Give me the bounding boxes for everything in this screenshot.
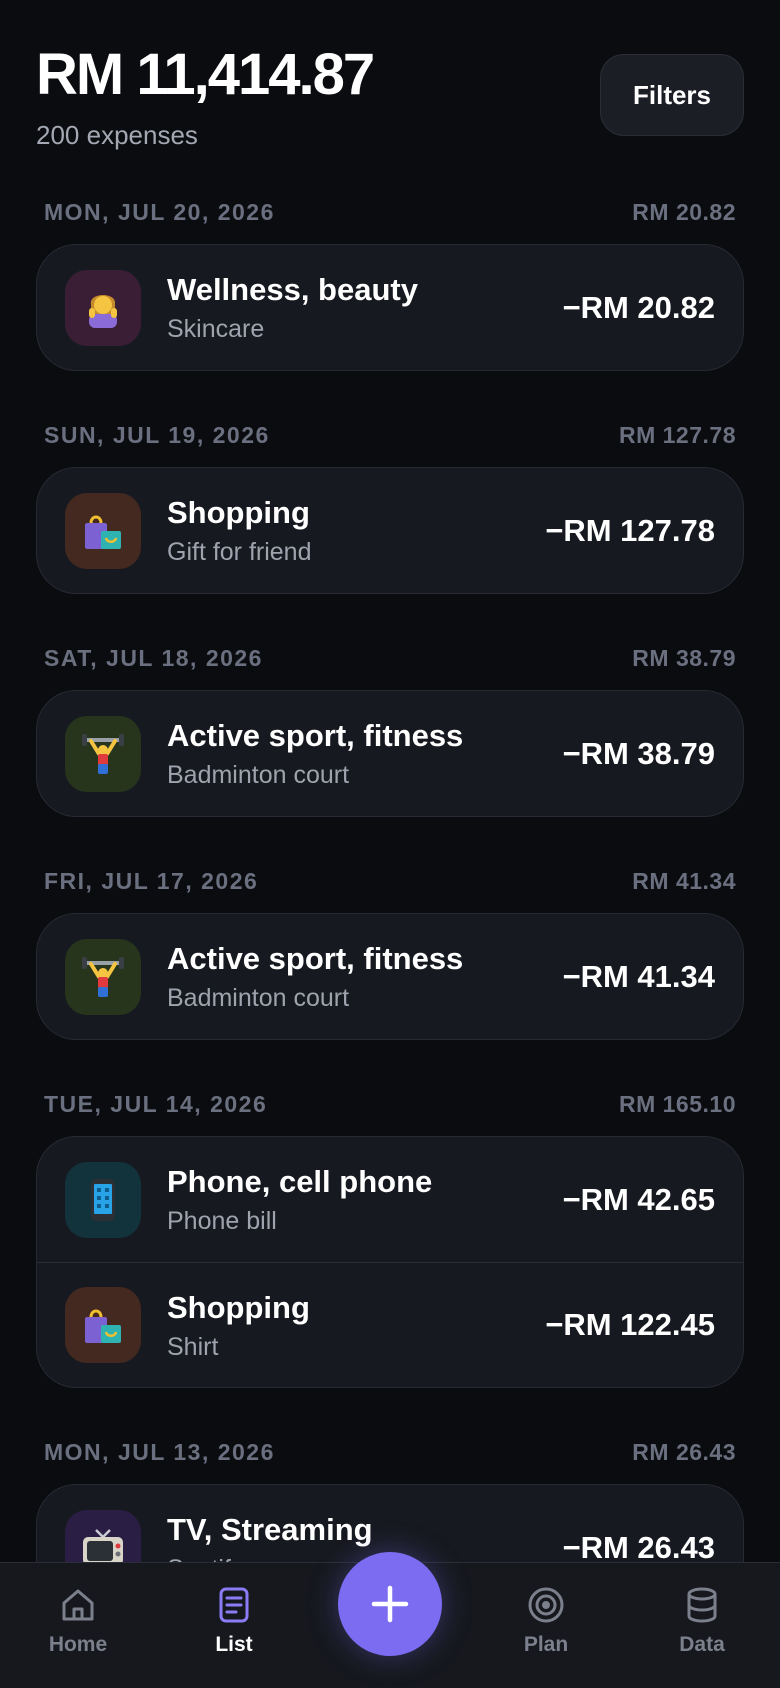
shopping-bags-icon bbox=[65, 1287, 141, 1363]
day-card: Wellness, beauty Skincare −RM 20.82 bbox=[36, 244, 744, 371]
expense-row[interactable]: Wellness, beauty Skincare −RM 20.82 bbox=[37, 245, 743, 370]
day-card: Active sport, fitness Badminton court −RM … bbox=[36, 690, 744, 817]
nav-list-label: List bbox=[215, 1633, 253, 1656]
expense-amount: −RM 127.78 bbox=[545, 512, 715, 548]
filters-button[interactable]: Filters bbox=[600, 54, 744, 136]
day-total: RM 38.79 bbox=[632, 644, 736, 671]
day-card: Phone, cell phone Phone bill −RM 42.65 Shop… bbox=[36, 1136, 744, 1388]
nav-home-label: Home bbox=[48, 1633, 108, 1656]
day-date: MON, JUL 13, 2026 bbox=[44, 1438, 275, 1465]
expense-category: Wellness, beauty bbox=[167, 272, 418, 307]
expense-row[interactable]: Active sport, fitness Badminton court −RM … bbox=[37, 914, 743, 1039]
day-total: RM 41.34 bbox=[632, 867, 736, 894]
nav-home[interactable]: Home bbox=[18, 1585, 138, 1675]
expense-amount: −RM 42.65 bbox=[562, 1181, 715, 1217]
mobile-phone-icon bbox=[65, 1161, 141, 1238]
database-icon bbox=[687, 1587, 717, 1623]
expense-amount: −RM 20.82 bbox=[562, 289, 715, 325]
expense-note: Phone bill bbox=[167, 1207, 277, 1235]
expense-category: Phone, cell phone bbox=[167, 1164, 433, 1199]
expense-texts: Shopping Gift for friend bbox=[167, 494, 545, 567]
day-date: SUN, JUL 19, 2026 bbox=[44, 421, 270, 448]
expense-note: Badminton court bbox=[167, 984, 350, 1012]
expense-row[interactable]: Phone, cell phone Phone bill −RM 42.65 bbox=[37, 1137, 743, 1262]
weightlifter-icon bbox=[65, 715, 141, 792]
day-total: RM 127.78 bbox=[618, 421, 736, 448]
expense-list: MON, JUL 20, 2026 RM 20.82 Wellness, beaut… bbox=[36, 182, 744, 1651]
expense-row[interactable]: Active sport, fitness Badminton court −RM … bbox=[37, 691, 743, 816]
nav-plan[interactable]: Plan bbox=[486, 1585, 606, 1675]
weightlifter-icon bbox=[65, 938, 141, 1015]
day-total: RM 20.82 bbox=[632, 198, 736, 225]
expense-amount: −RM 26.43 bbox=[562, 1529, 715, 1565]
day-date: MON, JUL 20, 2026 bbox=[44, 198, 275, 225]
day-header: TUE, JUL 14, 2026 RM 165.10 bbox=[36, 1080, 744, 1128]
expense-amount: −RM 38.79 bbox=[562, 735, 715, 771]
expense-category: Active sport, fitness bbox=[167, 941, 464, 976]
target-icon bbox=[528, 1587, 564, 1623]
expense-amount: −RM 122.45 bbox=[545, 1307, 715, 1342]
expense-texts: Active sport, fitness Badminton court bbox=[167, 940, 562, 1013]
summary-header: RM 11,414.87 200 expenses Filters bbox=[36, 40, 744, 160]
expense-texts: Active sport, fitness Badminton court bbox=[167, 717, 562, 790]
day-card: Active sport, fitness Badminton court −RM … bbox=[36, 913, 744, 1040]
expense-note: Badminton court bbox=[167, 761, 350, 789]
expense-category: Active sport, fitness bbox=[167, 718, 464, 753]
day-date: TUE, JUL 14, 2026 bbox=[44, 1090, 268, 1117]
expense-category: Shopping bbox=[167, 495, 310, 530]
day-header: SUN, JUL 19, 2026 RM 127.78 bbox=[36, 411, 744, 459]
woman-massage-icon bbox=[65, 269, 141, 346]
expense-row[interactable]: Shopping Shirt −RM 122.45 bbox=[37, 1262, 743, 1387]
day-total: RM 165.10 bbox=[618, 1090, 736, 1117]
expense-texts: Phone, cell phone Phone bill bbox=[167, 1163, 562, 1236]
expense-amount: −RM 41.34 bbox=[562, 958, 715, 994]
expense-texts: Wellness, beauty Skincare bbox=[167, 271, 562, 344]
plus-icon bbox=[371, 1585, 409, 1623]
expense-category: Shopping bbox=[167, 1289, 310, 1325]
day-card: Shopping Gift for friend −RM 127.78 bbox=[36, 467, 744, 594]
day-header: FRI, JUL 17, 2026 RM 41.34 bbox=[36, 857, 744, 905]
expense-note: Gift for friend bbox=[167, 538, 312, 566]
expense-note: Shirt bbox=[167, 1332, 219, 1361]
add-expense-button[interactable] bbox=[338, 1552, 442, 1656]
day-date: FRI, JUL 17, 2026 bbox=[44, 867, 259, 894]
list-icon bbox=[219, 1587, 249, 1623]
expense-row[interactable]: Shopping Gift for friend −RM 127.78 bbox=[37, 468, 743, 593]
nav-data[interactable]: Data bbox=[642, 1585, 762, 1675]
nav-data-label: Data bbox=[679, 1633, 725, 1656]
day-header: SAT, JUL 18, 2026 RM 38.79 bbox=[36, 634, 744, 682]
expense-texts: Shopping Shirt bbox=[167, 1289, 545, 1362]
nav-list[interactable]: List bbox=[174, 1585, 294, 1675]
nav-plan-label: Plan bbox=[523, 1633, 569, 1656]
day-date: SAT, JUL 18, 2026 bbox=[44, 644, 263, 671]
day-header: MON, JUL 13, 2026 RM 26.43 bbox=[36, 1428, 744, 1476]
day-header: MON, JUL 20, 2026 RM 20.82 bbox=[36, 188, 744, 236]
shopping-bags-icon bbox=[65, 492, 141, 569]
day-total: RM 26.43 bbox=[632, 1438, 736, 1465]
expense-note: Skincare bbox=[167, 315, 265, 343]
home-icon bbox=[62, 1589, 94, 1621]
expense-category: TV, Streaming bbox=[167, 1512, 373, 1547]
